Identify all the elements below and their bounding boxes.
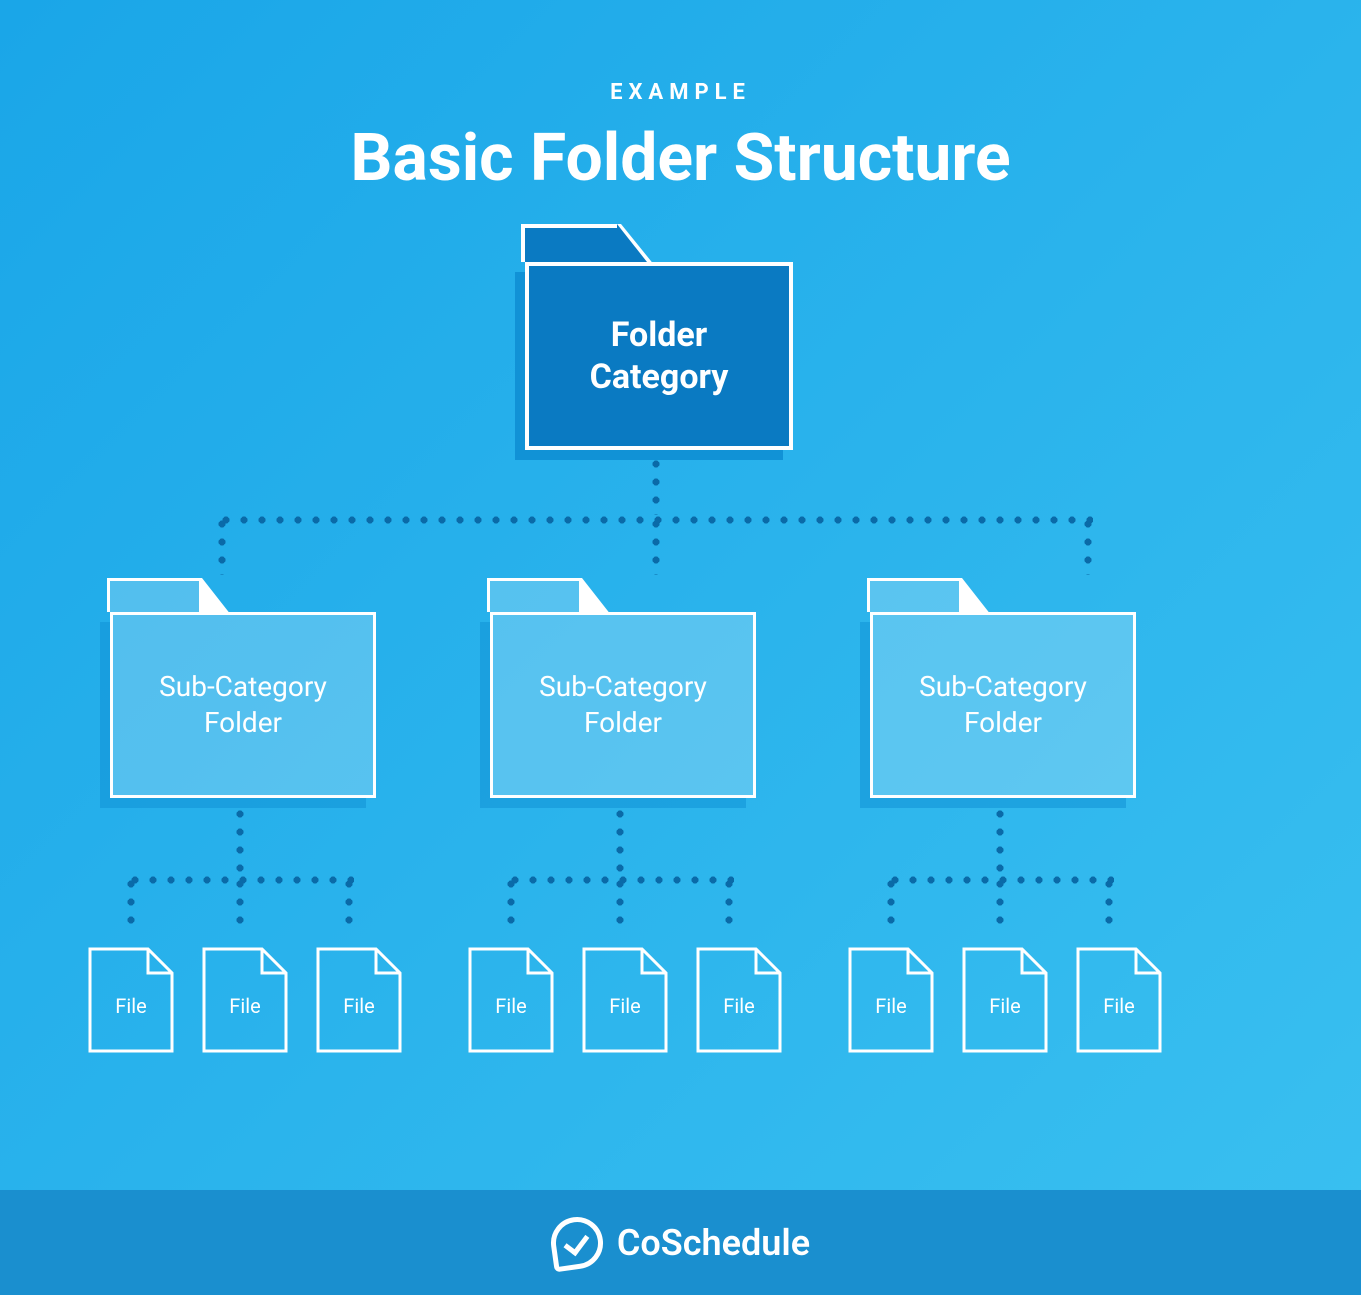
file-icon: File: [468, 947, 554, 1053]
root-folder: Folder Category: [525, 262, 793, 450]
diagram-stage: Folder Category Sub-Category Folder Sub-…: [0, 197, 1361, 1062]
folder-tab-icon: [487, 578, 582, 612]
file-icon: File: [962, 947, 1048, 1053]
file-icon: File: [88, 947, 174, 1053]
sub-folder-body: Sub-Category Folder: [870, 612, 1136, 798]
file-icon: File: [696, 947, 782, 1053]
connector-dotline: [235, 875, 245, 930]
file-label: File: [495, 994, 526, 1018]
connector-dotline: [724, 875, 734, 930]
connector-dotline: [235, 805, 245, 875]
connector-dotline: [217, 515, 227, 575]
brand-name: CoSchedule: [617, 1222, 810, 1264]
eyebrow-label: EXAMPLE: [0, 80, 1361, 105]
connector-dotline: [651, 455, 661, 515]
sub-folder-label: Sub-Category Folder: [919, 669, 1087, 742]
connector-dotline: [1083, 515, 1093, 575]
file-row: File File File: [848, 947, 1162, 1053]
folder-tab-icon: [867, 578, 962, 612]
footer: CoSchedule: [0, 1190, 1361, 1295]
file-icon: File: [202, 947, 288, 1053]
connector-dotline: [506, 875, 516, 930]
sub-folder: Sub-Category Folder: [110, 612, 376, 798]
file-label: File: [609, 994, 640, 1018]
file-row: File File File: [88, 947, 402, 1053]
connector-dotline: [615, 805, 625, 875]
root-folder-body: Folder Category: [525, 262, 793, 450]
file-icon: File: [316, 947, 402, 1053]
file-icon: File: [1076, 947, 1162, 1053]
connector-dotline: [651, 515, 661, 575]
sub-folder: Sub-Category Folder: [490, 612, 756, 798]
sub-folder-label: Sub-Category Folder: [159, 669, 327, 742]
connector-dotline: [1104, 875, 1114, 930]
file-label: File: [229, 994, 260, 1018]
connector-dotline: [126, 875, 136, 930]
connector-dotline: [995, 875, 1005, 930]
sub-folder-body: Sub-Category Folder: [110, 612, 376, 798]
coschedule-logo-icon: [548, 1213, 607, 1272]
file-label: File: [1103, 994, 1134, 1018]
connector-dotline: [615, 875, 625, 930]
root-folder-label: Folder Category: [590, 314, 729, 399]
folder-tab-icon: [107, 578, 202, 612]
folder-tab-icon: [521, 224, 621, 262]
connector-dotline: [886, 875, 896, 930]
connector-dotline: [344, 875, 354, 930]
file-label: File: [875, 994, 906, 1018]
sub-folder: Sub-Category Folder: [870, 612, 1136, 798]
file-label: File: [723, 994, 754, 1018]
sub-folder-body: Sub-Category Folder: [490, 612, 756, 798]
file-label: File: [115, 994, 146, 1018]
file-label: File: [989, 994, 1020, 1018]
connector-dotline: [995, 805, 1005, 875]
file-row: File File File: [468, 947, 782, 1053]
page-title: Basic Folder Structure: [0, 120, 1361, 197]
header: EXAMPLE Basic Folder Structure: [0, 0, 1361, 197]
file-label: File: [343, 994, 374, 1018]
file-icon: File: [848, 947, 934, 1053]
file-icon: File: [582, 947, 668, 1053]
sub-folder-label: Sub-Category Folder: [539, 669, 707, 742]
